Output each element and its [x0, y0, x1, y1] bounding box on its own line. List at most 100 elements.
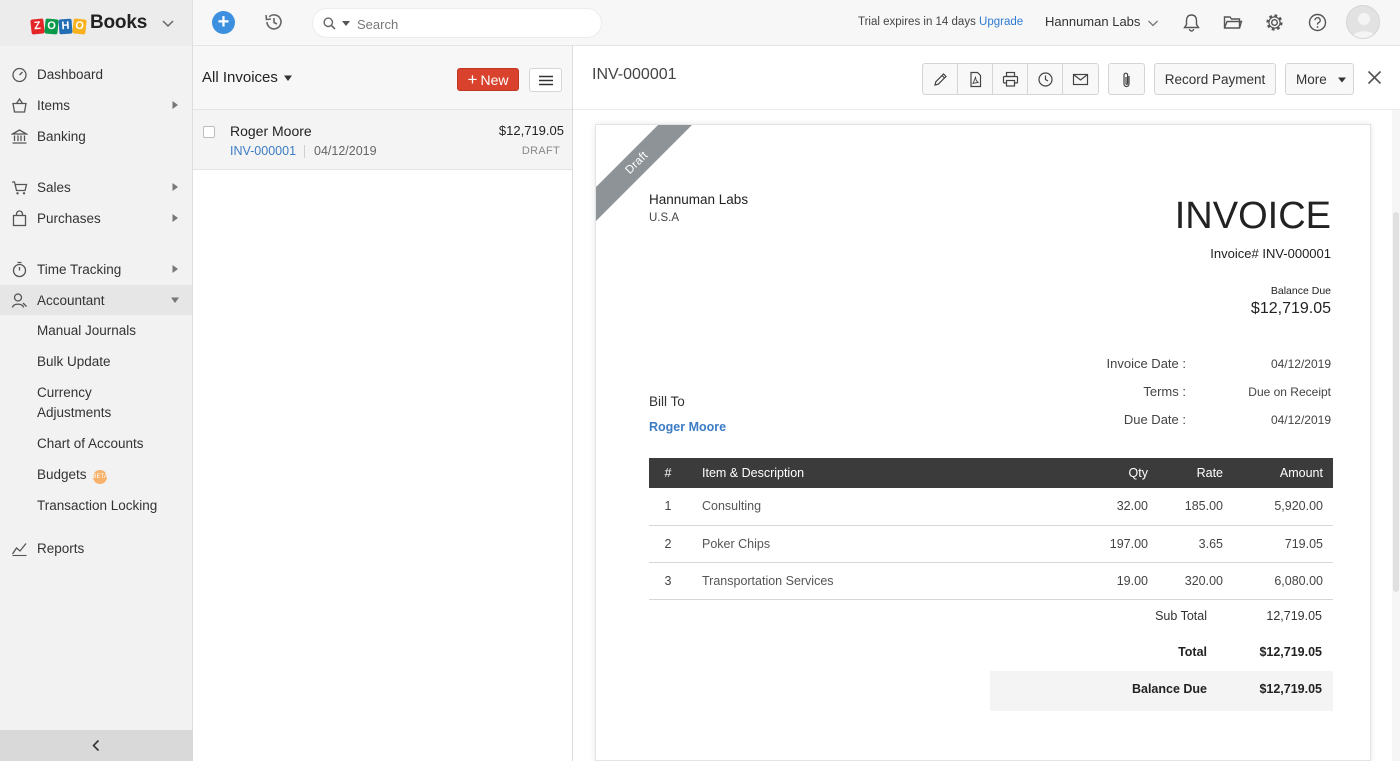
row-invoice-number[interactable]: INV-000001 — [230, 144, 296, 158]
scrollbar-thumb[interactable] — [1393, 212, 1399, 592]
line-rate: 3.65 — [1148, 525, 1223, 563]
sidebar-subitem-budgets[interactable]: Budgets BETA — [37, 465, 108, 485]
chevron-down-icon[interactable] — [1147, 17, 1159, 29]
paperclip-icon — [1123, 72, 1130, 88]
row-date: 04/12/2019 — [314, 144, 377, 158]
print-button[interactable] — [993, 64, 1028, 94]
plus-circle-icon[interactable]: + — [212, 11, 235, 34]
status-badge: DRAFT — [521, 145, 560, 157]
avatar[interactable] — [1346, 5, 1380, 39]
record-payment-button[interactable]: Record Payment — [1154, 63, 1276, 95]
search-box — [312, 8, 602, 38]
total-label: Total — [1178, 645, 1207, 659]
sidebar-subitem-chart-of-accounts[interactable]: Chart of Accounts — [37, 434, 144, 454]
reports-chart-icon — [11, 542, 27, 556]
caret-right-icon — [172, 183, 178, 191]
sidebar-item-reports[interactable]: Reports — [0, 533, 192, 563]
attach-button[interactable] — [1108, 63, 1145, 95]
help-icon[interactable] — [1307, 12, 1328, 33]
line-index: 3 — [649, 562, 687, 600]
sidebar-item-banking[interactable]: Banking — [0, 121, 192, 151]
pdf-button[interactable] — [958, 64, 993, 94]
bill-to-label: Bill To — [649, 394, 685, 409]
gear-icon[interactable] — [1264, 12, 1285, 33]
divider — [304, 145, 305, 158]
sidebar-item-time-tracking[interactable]: Time Tracking — [0, 254, 192, 284]
invoice-detail-panel: INV-000001 Record Payment More Draft Han… — [573, 46, 1400, 761]
sidebar-subitem-manual-journals[interactable]: Manual Journals — [37, 321, 136, 341]
brand-switcher[interactable]: Z O H O Books — [0, 0, 193, 46]
stopwatch-icon — [12, 261, 27, 277]
folder-icon[interactable] — [1222, 12, 1243, 33]
app-name: Books — [90, 12, 148, 33]
bill-to-customer-link[interactable]: Roger Moore — [649, 420, 726, 434]
balance-due-label: Balance Due — [1270, 285, 1331, 297]
reminder-button[interactable] — [1028, 64, 1063, 94]
bell-icon[interactable] — [1181, 12, 1202, 33]
bag-icon — [12, 209, 27, 226]
org-switcher[interactable]: Hannuman Labs — [1045, 14, 1140, 29]
top-bar: Z O H O Books + Trial expires in 14 days… — [0, 0, 1400, 46]
sidebar-subitem-bulk-update[interactable]: Bulk Update — [37, 352, 111, 372]
search-input[interactable] — [357, 14, 587, 34]
sidebar-item-sales[interactable]: Sales — [0, 172, 192, 202]
row-checkbox[interactable] — [203, 126, 215, 138]
zoho-logo: Z O H O — [30, 12, 87, 35]
balance-due-total-label: Balance Due — [1131, 682, 1207, 696]
column-header-qty: Qty — [1128, 466, 1148, 480]
sidebar-subitem-transaction-locking[interactable]: Transaction Locking — [37, 496, 157, 516]
pdf-icon — [970, 71, 982, 88]
detail-header: INV-000001 Record Payment More — [573, 46, 1400, 110]
bank-icon — [11, 128, 28, 144]
search-icon[interactable] — [323, 17, 336, 30]
sidebar-collapse-button[interactable] — [0, 730, 193, 761]
line-index: 1 — [649, 488, 687, 526]
history-icon[interactable] — [263, 11, 285, 33]
line-rate: 185.00 — [1148, 488, 1223, 526]
column-header-index: # — [664, 466, 672, 480]
email-button[interactable] — [1063, 64, 1098, 94]
cart-icon — [12, 180, 28, 194]
caret-right-icon — [172, 265, 178, 273]
line-qty: 19.00 — [1058, 562, 1148, 600]
caret-down-icon[interactable] — [284, 75, 292, 82]
sidebar-item-items[interactable]: Items — [0, 90, 192, 120]
sidebar-item-dashboard[interactable]: Dashboard — [0, 59, 192, 89]
sidebar-item-accountant[interactable]: Accountant — [0, 285, 192, 315]
envelope-icon — [1072, 73, 1089, 86]
caret-down-icon — [171, 297, 179, 303]
table-row: 1 Consulting 32.00 185.00 5,920.00 — [649, 488, 1333, 526]
chevron-left-icon — [92, 739, 100, 752]
dashboard-icon — [12, 67, 27, 82]
caret-down-icon — [1338, 77, 1346, 83]
printer-icon — [1002, 71, 1019, 87]
accountant-icon — [11, 292, 27, 308]
line-amount: 6,080.00 — [1223, 562, 1333, 600]
sidebar-item-purchases[interactable]: Purchases — [0, 203, 192, 233]
sidebar-subitem-currency-adjustments-line2[interactable]: Adjustments — [37, 403, 111, 423]
new-invoice-button[interactable]: + New — [457, 68, 519, 91]
terms-value: Due on Receipt — [1248, 385, 1331, 399]
table-header-row: # Item & Description Qty Rate Amount — [649, 458, 1333, 488]
line-qty: 32.00 — [1058, 488, 1148, 526]
column-header-rate: Rate — [1196, 466, 1223, 480]
table-row[interactable]: Roger Moore $12,719.05 INV-000001 04/12/… — [193, 110, 572, 170]
sidebar-subitem-currency-adjustments[interactable]: Currency — [37, 383, 92, 403]
user-avatar-icon — [1352, 13, 1376, 38]
org-name: Hannuman Labs — [649, 192, 749, 207]
row-customer-name: Roger Moore — [230, 123, 312, 139]
list-view-selector[interactable]: All Invoices — [202, 69, 278, 86]
close-icon[interactable] — [1367, 70, 1382, 85]
invoice-date-value: 04/12/2019 — [1270, 357, 1331, 371]
upgrade-link[interactable]: Upgrade — [979, 16, 1023, 28]
line-items-table: # Item & Description Qty Rate Amount 1 C… — [649, 458, 1333, 600]
page-title: INV-000001 — [592, 66, 677, 83]
more-button[interactable]: More — [1285, 63, 1354, 95]
list-menu-button[interactable] — [529, 68, 562, 92]
terms-label: Terms : — [1143, 384, 1186, 399]
caret-down-icon[interactable] — [342, 19, 350, 27]
plus-icon: + — [467, 70, 478, 89]
trial-notice: Trial expires in 14 days Upgrade — [858, 16, 1024, 28]
edit-button[interactable] — [923, 64, 958, 94]
line-index: 2 — [649, 525, 687, 563]
